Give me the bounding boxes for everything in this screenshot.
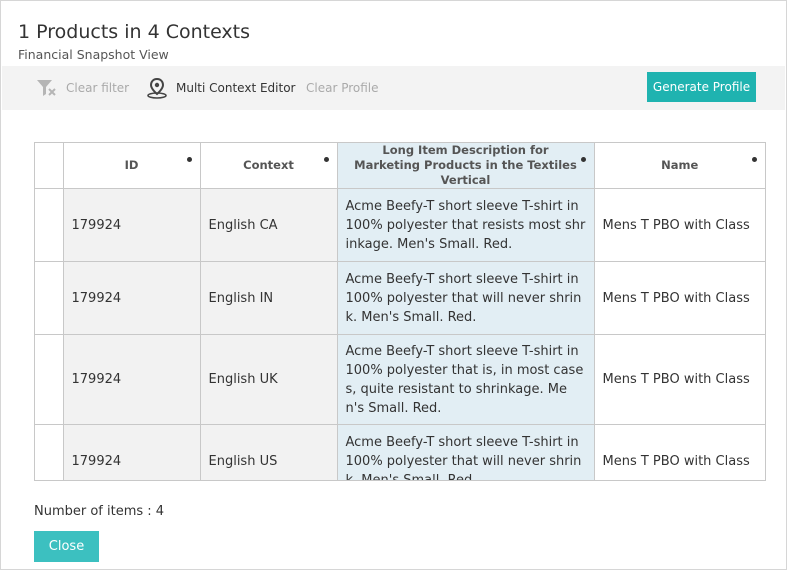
item-count: Number of items : 4 <box>34 504 165 519</box>
close-button[interactable]: Close <box>34 531 99 562</box>
column-header-label: Long Item Description for Marketing Prod… <box>354 143 577 187</box>
cell-name[interactable]: Mens T PBO with Class <box>593 334 765 425</box>
map-pin-icon <box>146 77 168 99</box>
cell-description[interactable]: Acme Beefy-T short sleeve T-shirt in 100… <box>336 261 595 335</box>
clear-profile-button[interactable]: Clear Profile <box>306 66 379 110</box>
column-header-label: ID <box>124 158 139 172</box>
row-select-cell[interactable] <box>35 334 64 425</box>
multi-context-editor-button[interactable]: Multi Context Editor <box>146 66 295 110</box>
cell-description[interactable]: Acme Beefy-T short sleeve T-shirt in 100… <box>336 188 595 262</box>
clear-filter-button[interactable]: Clear filter <box>36 66 129 110</box>
cell-context[interactable]: English UK <box>199 334 338 425</box>
cell-context[interactable]: English IN <box>199 261 338 335</box>
cell-description[interactable]: Acme Beefy-T short sleeve T-shirt in 100… <box>336 334 595 425</box>
column-menu-icon[interactable] <box>323 157 329 162</box>
dialog-subtitle: Financial Snapshot View <box>18 47 169 62</box>
cell-name[interactable]: Mens T PBO with Class <box>593 261 765 335</box>
products-grid: ID Context Long Item Description for Mar… <box>34 142 766 481</box>
column-header-label: Name <box>661 158 699 172</box>
column-header-label: Context <box>243 158 294 172</box>
clear-profile-label: Clear Profile <box>306 81 379 95</box>
cell-context[interactable]: English US <box>199 424 338 480</box>
column-header-name[interactable]: Name <box>593 143 765 189</box>
column-menu-icon[interactable] <box>752 157 757 162</box>
table-row[interactable]: 179924 English US Acme Beefy-T short sle… <box>35 424 765 480</box>
generate-profile-button[interactable]: Generate Profile <box>647 72 756 102</box>
table-row[interactable]: 179924 English IN Acme Beefy-T short sle… <box>35 261 765 335</box>
cell-name[interactable]: Mens T PBO with Class <box>593 188 765 262</box>
cell-description[interactable]: Acme Beefy-T short sleeve T-shirt in 100… <box>336 424 595 480</box>
table-row[interactable]: 179924 English UK Acme Beefy-T short sle… <box>35 334 765 425</box>
toolbar: Clear filter Multi Context Editor Clear … <box>2 66 785 110</box>
header-row: ID Context Long Item Description for Mar… <box>35 143 765 189</box>
dialog-title: 1 Products in 4 Contexts <box>18 21 251 43</box>
cell-id[interactable]: 179924 <box>62 261 201 335</box>
cell-id[interactable]: 179924 <box>62 188 201 262</box>
column-menu-icon[interactable] <box>186 157 192 162</box>
column-header-description[interactable]: Long Item Description for Marketing Prod… <box>336 143 595 189</box>
products-dialog: 1 Products in 4 Contexts Financial Snaps… <box>0 0 787 570</box>
clear-filter-label: Clear filter <box>66 81 130 95</box>
row-select-cell[interactable] <box>35 188 64 262</box>
column-header-context[interactable]: Context <box>199 143 338 189</box>
select-column-header <box>35 143 64 189</box>
table-row[interactable]: 179924 English CA Acme Beefy-T short sle… <box>35 188 765 262</box>
column-menu-icon[interactable] <box>580 157 586 162</box>
filter-clear-icon <box>36 78 58 98</box>
cell-context[interactable]: English CA <box>199 188 338 262</box>
multi-context-editor-label: Multi Context Editor <box>176 81 296 95</box>
row-select-cell[interactable] <box>35 261 64 335</box>
column-header-id[interactable]: ID <box>62 143 201 189</box>
cell-id[interactable]: 179924 <box>62 424 201 480</box>
cell-name[interactable]: Mens T PBO with Class <box>593 424 765 480</box>
cell-id[interactable]: 179924 <box>62 334 201 425</box>
row-select-cell[interactable] <box>35 424 64 480</box>
